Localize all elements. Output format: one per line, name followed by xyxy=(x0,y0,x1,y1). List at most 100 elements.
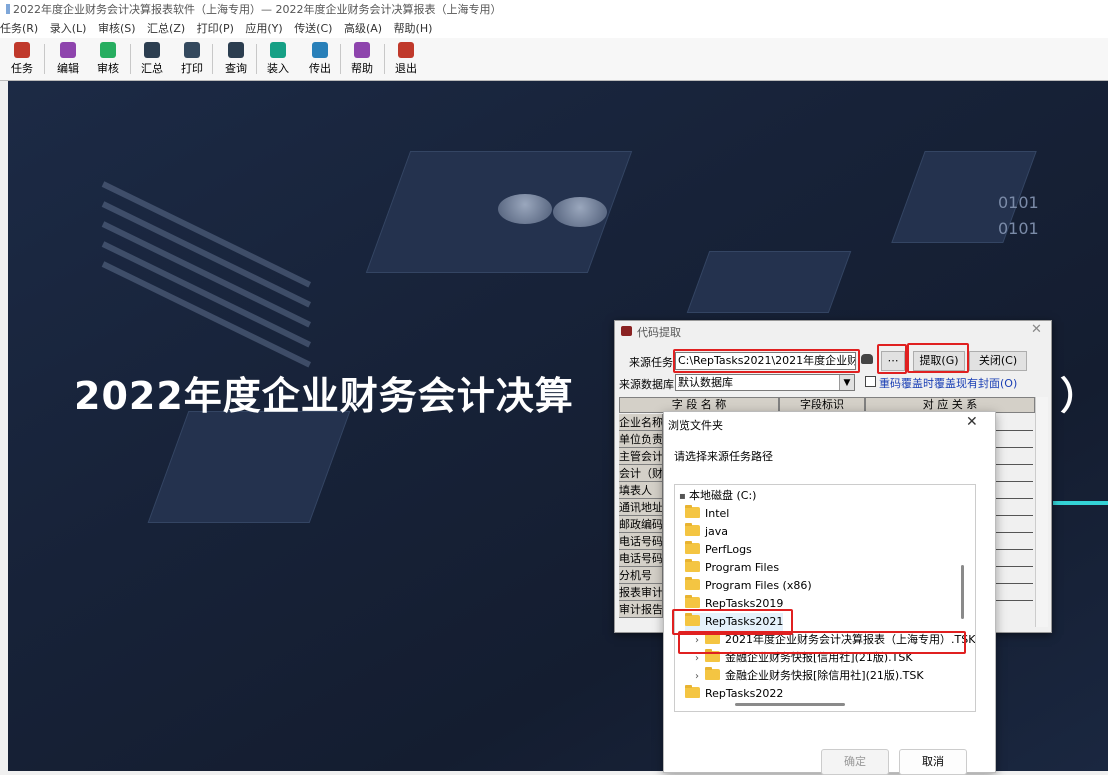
table-row[interactable]: 电话号码 xyxy=(619,533,663,550)
tree-folder[interactable]: RepTasks2022 xyxy=(685,685,783,703)
menu-summary[interactable]: 汇总(Z) xyxy=(147,22,185,35)
tree-horizontal-scrollbar[interactable] xyxy=(735,703,845,706)
toolbar-separator xyxy=(256,44,257,74)
grid-scrollbar[interactable] xyxy=(1035,397,1048,627)
query-icon xyxy=(228,42,244,58)
chevron-down-icon[interactable]: ▼ xyxy=(839,375,854,390)
export-icon xyxy=(312,42,328,58)
highlight-box xyxy=(678,631,966,654)
close-icon[interactable]: ✕ xyxy=(966,414,978,430)
toolbar: 任务 编辑 审核 汇总 打印 查询 装入 传出 帮助 退出 xyxy=(0,38,1108,81)
sum-icon xyxy=(144,42,160,58)
menu-apply[interactable]: 应用(Y) xyxy=(245,22,282,35)
table-row[interactable]: 主管会计 xyxy=(619,448,663,465)
load-icon xyxy=(270,42,286,58)
splash-headline: 2022年度企业财务会计决算 xyxy=(74,374,574,418)
dialog-app-icon xyxy=(621,326,632,336)
close-icon[interactable]: ✕ xyxy=(1031,322,1042,337)
decor-slab xyxy=(147,411,351,523)
decor-glow xyxy=(1053,501,1108,505)
folder-icon xyxy=(685,505,700,518)
toolbar-separator xyxy=(212,44,213,74)
tree-folder[interactable]: java xyxy=(685,523,728,541)
table-row[interactable]: 审计报告 xyxy=(619,601,663,618)
table-row[interactable]: 单位负责 xyxy=(619,431,663,448)
table-row[interactable]: 报表审计 xyxy=(619,584,663,601)
overwrite-label: 重码覆盖时覆盖现有封面(O) xyxy=(879,377,1018,390)
decor-digits: 0101 xyxy=(998,193,1039,212)
folder-icon xyxy=(685,577,700,590)
menu-audit[interactable]: 审核(S) xyxy=(98,22,136,35)
menu-bar: 任务(R) 录入(L) 审核(S) 汇总(Z) 打印(P) 应用(Y) 传送(C… xyxy=(0,20,1108,38)
help-icon xyxy=(354,42,370,58)
window-title: 2022年度企业财务会计决算报表软件（上海专用）— 2022年度企业财务会计决算… xyxy=(0,0,1108,20)
toolbar-separator xyxy=(384,44,385,74)
highlight-box xyxy=(877,344,907,374)
dialog-title: 浏览文件夹 xyxy=(668,419,723,432)
table-row[interactable]: 通讯地址 xyxy=(619,499,663,516)
chevron-right-icon: › xyxy=(695,671,699,682)
table-row[interactable]: 电话号码 xyxy=(619,550,663,567)
toolbar-summary-button[interactable]: 汇总 xyxy=(134,40,170,78)
ok-button[interactable]: 确定 xyxy=(821,749,889,775)
tree-folder[interactable]: Program Files xyxy=(685,559,779,577)
task-icon xyxy=(14,42,30,58)
exit-icon xyxy=(398,42,414,58)
disk-icon[interactable] xyxy=(861,354,873,364)
toolbar-print-button[interactable]: 打印 xyxy=(174,40,210,78)
cancel-button[interactable]: 取消 xyxy=(899,749,967,775)
source-db-select[interactable]: 默认数据库 ▼ xyxy=(675,374,855,391)
folder-icon xyxy=(705,667,720,680)
dialog-prompt: 请选择来源任务路径 xyxy=(674,450,773,463)
folder-icon xyxy=(685,559,700,572)
decor-disc xyxy=(498,194,552,224)
source-task-label: 来源任务 xyxy=(629,356,673,369)
menu-transfer[interactable]: 传送(C) xyxy=(294,22,332,35)
menu-print[interactable]: 打印(P) xyxy=(197,22,234,35)
expanded-icon: ▪ xyxy=(679,491,686,502)
decor-digits: 0101 xyxy=(998,219,1039,238)
table-row[interactable]: 填表人 xyxy=(619,482,663,499)
tree-folder[interactable]: PerfLogs xyxy=(685,541,752,559)
toolbar-audit-button[interactable]: 审核 xyxy=(90,40,126,78)
decor-disc xyxy=(553,197,607,227)
table-row[interactable]: 企业名称 xyxy=(619,414,663,431)
highlight-box xyxy=(907,343,969,373)
toolbar-separator xyxy=(44,44,45,74)
folder-icon xyxy=(685,523,700,536)
table-row[interactable]: 邮政编码 xyxy=(619,516,663,533)
folder-icon xyxy=(685,685,700,698)
tree-folder[interactable]: Program Files (x86) xyxy=(685,577,812,595)
edit-icon xyxy=(60,42,76,58)
toolbar-separator xyxy=(130,44,131,74)
dialog-title: 代码提取 xyxy=(637,326,681,339)
toolbar-load-button[interactable]: 装入 xyxy=(260,40,296,78)
table-row[interactable]: 会计（财 xyxy=(619,465,663,482)
toolbar-separator xyxy=(340,44,341,74)
folder-icon xyxy=(685,595,700,608)
source-db-label: 来源数据库 xyxy=(619,378,674,391)
tree-task-file[interactable]: › 金融企业财务快报[除信用社](21版).TSK xyxy=(695,667,924,685)
splash-headline-tail: ） xyxy=(1060,374,1099,418)
close-button[interactable]: 关闭(C) xyxy=(969,351,1027,371)
menu-advanced[interactable]: 高级(A) xyxy=(344,22,382,35)
toolbar-task-button[interactable]: 任务 xyxy=(4,40,40,78)
table-row[interactable]: 分机号 xyxy=(619,567,663,584)
toolbar-query-button[interactable]: 查询 xyxy=(218,40,254,78)
decor-slab xyxy=(686,251,852,313)
tree-root[interactable]: ▪ 本地磁盘 (C:) xyxy=(679,487,756,505)
menu-input[interactable]: 录入(L) xyxy=(50,22,87,35)
browse-folder-dialog: 浏览文件夹 ✕ 请选择来源任务路径 ▪ 本地磁盘 (C:) Intel java … xyxy=(663,411,996,775)
tree-vertical-scrollbar[interactable] xyxy=(961,565,964,619)
app-icon xyxy=(6,4,10,14)
toolbar-help-button[interactable]: 帮助 xyxy=(344,40,380,78)
menu-task[interactable]: 任务(R) xyxy=(0,22,38,35)
toolbar-exit-button[interactable]: 退出 xyxy=(388,40,424,78)
tree-folder[interactable]: Intel xyxy=(685,505,729,523)
menu-help[interactable]: 帮助(H) xyxy=(394,22,433,35)
toolbar-export-button[interactable]: 传出 xyxy=(302,40,338,78)
toolbar-edit-button[interactable]: 编辑 xyxy=(50,40,86,78)
check-icon xyxy=(100,42,116,58)
overwrite-checkbox[interactable] xyxy=(865,376,876,387)
folder-tree: ▪ 本地磁盘 (C:) Intel java PerfLogs Program F… xyxy=(674,484,976,712)
